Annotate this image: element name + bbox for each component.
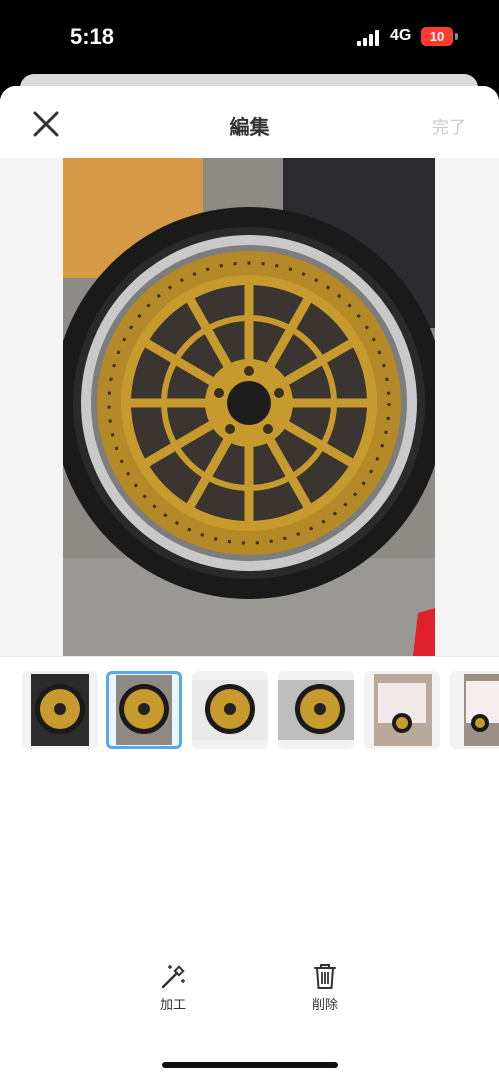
magic-wand-icon xyxy=(161,965,185,989)
thumbnail-3[interactable] xyxy=(192,671,268,749)
battery-cap xyxy=(455,33,458,40)
edit-tool-button[interactable]: 加工 xyxy=(143,962,203,1013)
thumbnail-2[interactable] xyxy=(106,671,182,749)
photo-preview xyxy=(0,158,499,656)
wheel-photo[interactable] xyxy=(63,158,435,656)
home-indicator[interactable] xyxy=(162,1062,338,1068)
done-button[interactable]: 完了 xyxy=(432,113,466,138)
thumbnail-strip xyxy=(0,656,499,756)
battery-icon: 10 xyxy=(421,27,453,46)
status-time: 5:18 xyxy=(70,24,115,49)
edit-tool-label: 加工 xyxy=(159,998,186,1013)
thumbnail-6[interactable] xyxy=(450,671,499,749)
signal-icon xyxy=(357,30,383,46)
thumbnail-4[interactable] xyxy=(278,671,354,749)
network-type: 4G xyxy=(390,27,412,44)
bottom-toolbar: 加工 削除 xyxy=(0,956,499,1016)
thumbnail-5[interactable] xyxy=(364,671,440,749)
thumbnail-1[interactable] xyxy=(22,671,98,749)
edit-sheet: 編集 完了 加工 削除 xyxy=(0,86,499,1080)
page-title: 編集 xyxy=(229,115,270,139)
delete-button[interactable]: 削除 xyxy=(295,962,355,1013)
nav-bar: 編集 完了 xyxy=(0,86,499,158)
delete-label: 削除 xyxy=(311,998,338,1013)
trash-icon xyxy=(314,964,336,989)
status-bar: 5:18 4G 10 xyxy=(0,0,499,74)
